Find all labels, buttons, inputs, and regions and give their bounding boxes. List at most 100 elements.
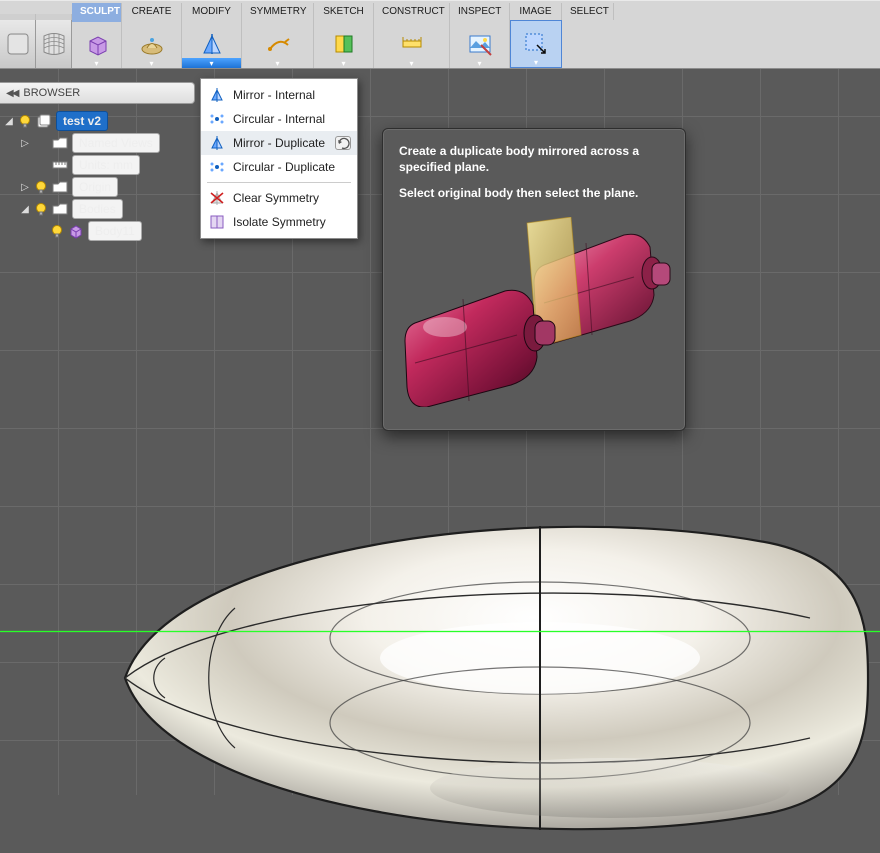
tab-label: CONSTRUCT (382, 6, 445, 17)
visibility-bulb-icon[interactable] (34, 202, 48, 216)
tab-symmetry[interactable]: SYMMETRY (242, 3, 314, 20)
select-icon-button[interactable]: ▾ (510, 20, 562, 68)
expander-icon[interactable]: ▷ (20, 182, 30, 193)
tree-item-label: Named Views (72, 133, 160, 153)
expander-icon[interactable]: ◢ (20, 204, 30, 215)
mesh-icon (41, 31, 67, 57)
menu-item-label: Clear Symmetry (233, 191, 319, 205)
menu-item-clear-symmetry[interactable]: Clear Symmetry (201, 186, 357, 210)
toolbar-icons: ▾▾▾▾▾▾▾▾ (0, 20, 880, 68)
menu-item-label: Circular - Internal (233, 112, 325, 126)
menu-item-mirror-duplicate[interactable]: Mirror - Duplicate (201, 131, 357, 155)
expander-icon[interactable]: ◢ (4, 116, 14, 127)
visibility-bulb-icon[interactable] (50, 224, 64, 238)
clear-sym-icon (209, 190, 225, 206)
tab-label: IMAGE (519, 6, 551, 17)
menu-item-label: Circular - Duplicate (233, 160, 335, 174)
tree-item-test-v2[interactable]: ◢ test v2 (0, 110, 195, 132)
circular-icon (209, 111, 225, 127)
visibility-bulb-icon (34, 158, 48, 172)
dropdown-arrow-icon[interactable]: ▾ (122, 58, 181, 68)
symmetry-icon-button[interactable]: ▾ (182, 20, 242, 68)
menu-item-mirror-internal[interactable]: Mirror - Internal (201, 83, 357, 107)
dropdown-arrow-icon[interactable]: ▾ (374, 58, 449, 68)
tab-label: CREATE (132, 6, 172, 17)
circular-icon (209, 159, 225, 175)
box-icon (5, 31, 31, 57)
folder-icon (52, 179, 68, 195)
tree-item-label: test v2 (56, 111, 108, 131)
menu-separator (207, 182, 351, 183)
spacer (36, 14, 72, 20)
create-icon-button[interactable]: ▾ (72, 20, 122, 68)
tree-item-units-mm[interactable]: Units: mm (0, 154, 195, 176)
browser-title: BROWSER (23, 87, 80, 99)
folder-icon (52, 201, 68, 217)
visibility-bulb-icon (34, 136, 48, 150)
symmetry-icon (197, 29, 227, 59)
menu-item-isolate-symmetry[interactable]: Isolate Symmetry (201, 210, 357, 234)
tree-item-label: Origin (72, 177, 118, 197)
visibility-bulb-icon[interactable] (34, 180, 48, 194)
spacer (0, 14, 36, 20)
model-body[interactable] (110, 508, 870, 848)
tree-item-label: Units: mm (72, 155, 140, 175)
menu-item-label: Mirror - Duplicate (233, 136, 325, 150)
dropdown-arrow-icon[interactable]: ▾ (450, 58, 509, 68)
collapse-arrows-icon[interactable]: ◀◀ (6, 88, 17, 99)
box-icon-button[interactable] (0, 20, 36, 68)
doc-stack-icon (36, 113, 52, 129)
tab-sketch[interactable]: SKETCH (314, 3, 374, 20)
tab-sculpt[interactable]: SCULPT (72, 3, 122, 20)
construct-icon-button[interactable]: ▾ (314, 20, 374, 68)
browser-tree: ◢ test v2 ▷ Named ViewsUnits: mm ▷ Origin ◢ Bod… (0, 110, 195, 242)
body-icon (68, 223, 84, 239)
tab-select[interactable]: SELECT (562, 3, 614, 20)
tab-label: INSPECT (458, 6, 501, 17)
visibility-bulb-icon[interactable] (18, 114, 32, 128)
inspect-icon-button[interactable]: ▾ (374, 20, 450, 68)
tab-construct[interactable]: CONSTRUCT (374, 3, 450, 20)
browser-panel: ◀◀ BROWSER ◢ test v2 ▷ Named ViewsUnits: mm… (0, 82, 195, 242)
tree-item-named-views[interactable]: ▷ Named Views (0, 132, 195, 154)
ruler-icon (52, 157, 68, 173)
tooltip-line2: Select original body then select the pla… (399, 186, 638, 200)
main-toolbar: SCULPT CREATE MODIFY SYMMETRY SKETCH CONSTRUC… (0, 0, 880, 69)
sketch-icon-button[interactable]: ▾ (242, 20, 314, 68)
tree-item-label: Bodies (72, 199, 123, 219)
tree-item-origin[interactable]: ▷ Origin (0, 176, 195, 198)
modify-icon (137, 29, 167, 59)
mirror-icon (209, 135, 225, 151)
dropdown-arrow-icon[interactable]: ▾ (182, 58, 241, 68)
dropdown-arrow-icon[interactable]: ▾ (72, 58, 121, 68)
image-icon-button[interactable]: ▾ (450, 20, 510, 68)
tab-image[interactable]: IMAGE (510, 3, 562, 20)
menu-item-circular-internal[interactable]: Circular - Internal (201, 107, 357, 131)
tab-label: SYMMETRY (250, 6, 307, 17)
tab-modify[interactable]: MODIFY (182, 3, 242, 20)
isolate-sym-icon (209, 214, 225, 230)
sketch-icon (263, 29, 293, 59)
tooltip-illustration (399, 212, 671, 412)
tab-inspect[interactable]: INSPECT (450, 3, 510, 20)
dropdown-arrow-icon[interactable]: ▾ (314, 58, 373, 68)
tab-label: SELECT (570, 6, 609, 17)
tree-item-label: Body11 (88, 221, 142, 241)
tree-item-bodies[interactable]: ◢ Bodies (0, 198, 195, 220)
tab-create[interactable]: CREATE (122, 3, 182, 20)
inspect-icon (397, 29, 427, 59)
repeat-icon[interactable] (335, 136, 351, 150)
select-icon (521, 29, 551, 59)
dropdown-arrow-icon[interactable]: ▾ (242, 58, 313, 68)
tooltip-line1: Create a duplicate body mirrored across … (399, 144, 639, 174)
tab-label: MODIFY (192, 6, 231, 17)
mesh-icon-button[interactable] (36, 20, 72, 68)
symmetry-dropdown[interactable]: Mirror - Internal Circular - Internal Mirr… (200, 78, 358, 239)
expander-icon[interactable]: ▷ (20, 138, 30, 149)
modify-icon-button[interactable]: ▾ (122, 20, 182, 68)
menu-item-circular-duplicate[interactable]: Circular - Duplicate (201, 155, 357, 179)
dropdown-arrow-icon[interactable]: ▾ (511, 57, 561, 67)
browser-header[interactable]: ◀◀ BROWSER (0, 82, 195, 104)
tab-label: SKETCH (323, 6, 364, 17)
tree-item-body11[interactable]: Body11 (0, 220, 195, 242)
